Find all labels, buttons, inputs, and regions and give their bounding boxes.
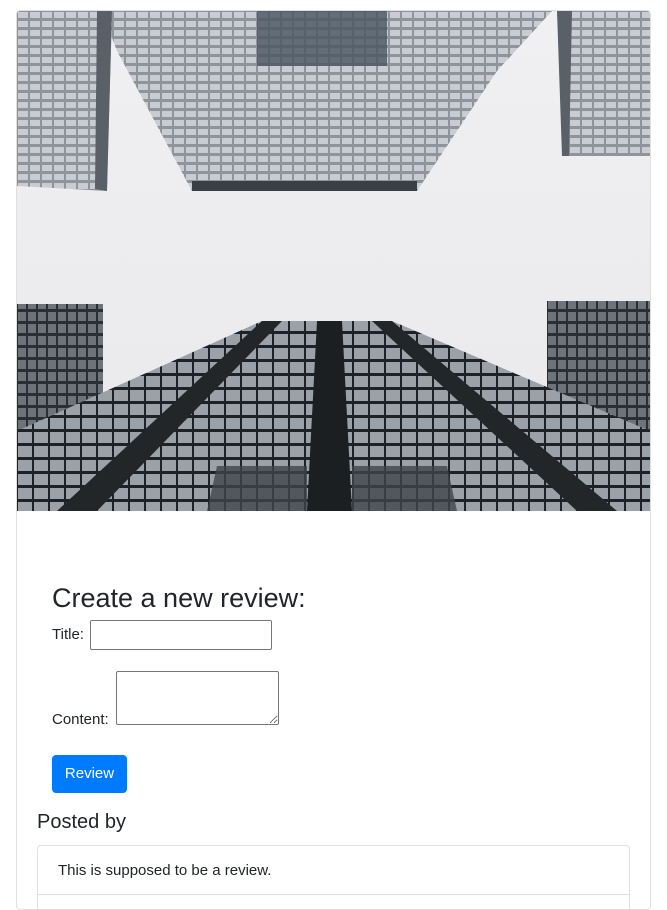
posted-by-heading: Posted by bbox=[37, 811, 126, 833]
review-divider bbox=[38, 894, 629, 895]
review-card-container: Create a new review: Title: Content: Rev… bbox=[16, 10, 651, 910]
review-text: This is supposed to be a review. bbox=[58, 862, 272, 879]
content-textarea[interactable] bbox=[116, 671, 279, 725]
title-label: Title: bbox=[52, 626, 84, 643]
content-label: Content: bbox=[52, 711, 109, 728]
review-item: This is supposed to be a review. bbox=[37, 845, 630, 909]
form-heading: Create a new review: bbox=[52, 583, 306, 613]
building-hero-image bbox=[17, 11, 650, 511]
title-input[interactable] bbox=[90, 620, 272, 650]
review-submit-button[interactable]: Review bbox=[52, 755, 127, 793]
